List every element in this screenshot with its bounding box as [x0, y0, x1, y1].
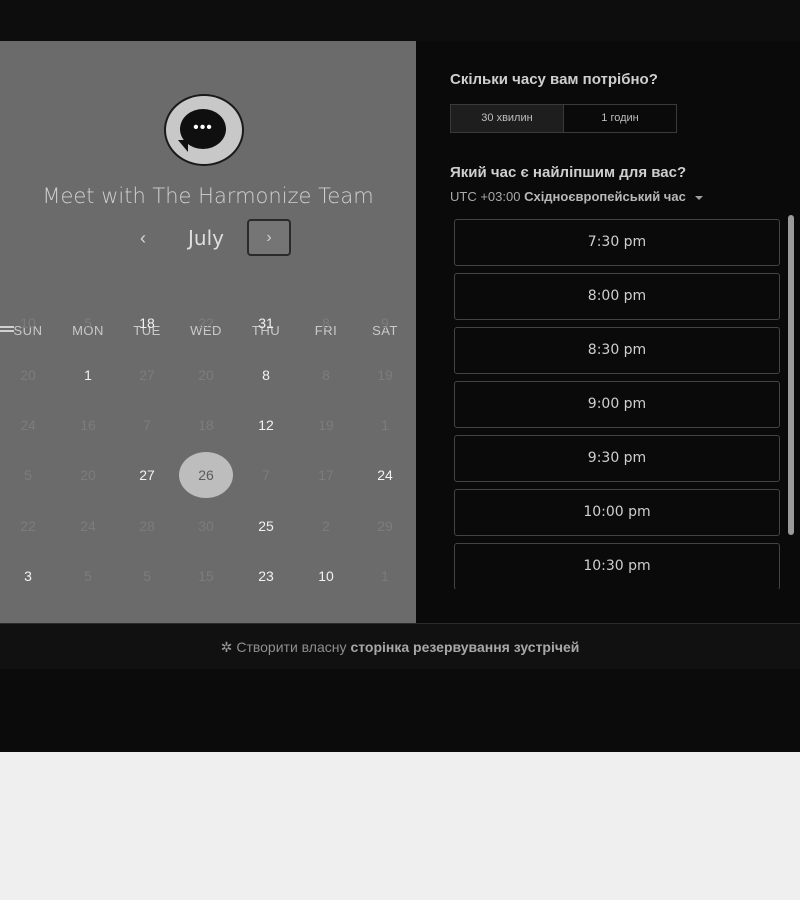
time-slot-button[interactable]: 10:00 pm	[454, 489, 780, 536]
calendar-day[interactable]: 1	[64, 355, 112, 395]
calendar-day-selected[interactable]: 26	[179, 452, 233, 498]
time-slot-button[interactable]: 7:30 pm	[454, 219, 780, 266]
time-slot-button[interactable]: 8:30 pm	[454, 327, 780, 374]
calendar-day: 27	[139, 367, 155, 383]
calendar-day: 1	[381, 417, 389, 433]
duration-question: Скільки часу вам потрібно?	[450, 71, 658, 88]
calendar-day: 10	[20, 315, 36, 331]
calendar-day: 20	[80, 467, 96, 483]
calendar-day: 7	[143, 417, 151, 433]
calendar-day: 22	[198, 315, 214, 331]
calendar-day[interactable]: 3	[4, 556, 52, 596]
hubspot-sprocket-icon: ✲	[220, 638, 233, 655]
time-slot-button[interactable]: 8:00 pm	[454, 273, 780, 320]
time-slot-button[interactable]: 10:30 pm	[454, 543, 780, 589]
calendar-day: 7	[262, 467, 270, 483]
duration-1-hour-button[interactable]: 1 годин	[563, 105, 676, 132]
calendar-day: 24	[80, 518, 96, 534]
bottom-overlay	[0, 669, 800, 752]
duration-selector: 30 хвилин 1 годин	[450, 104, 677, 133]
calendar-day: 1	[381, 568, 389, 584]
calendar-day: 19	[318, 417, 334, 433]
calendar-day: 18	[198, 417, 214, 433]
calendar-day: 20	[198, 367, 214, 383]
timezone-name: Східноєвропейський час	[524, 189, 686, 204]
calendar-day[interactable]: 8	[242, 355, 290, 395]
calendar-day: 17	[318, 467, 334, 483]
top-bar	[0, 0, 800, 41]
calendar-day: 2	[322, 518, 330, 534]
calendar-day: 16	[80, 417, 96, 433]
time-slot-button[interactable]: 9:30 pm	[454, 435, 780, 482]
calendar-day: 5	[24, 467, 32, 483]
calendar-day[interactable]: 10	[302, 556, 350, 596]
calendar-day: 15	[198, 568, 214, 584]
time-question: Який час є найліпшим для вас?	[450, 164, 687, 181]
footer-bar[interactable]: ✲ Створити власну сторінка резервування …	[0, 623, 800, 671]
calendar-panel: ••• Meet with The Harmonize Team ‹ July …	[0, 41, 416, 623]
footer-text: Створити власну	[236, 639, 347, 655]
calendar-day: 9	[381, 315, 389, 331]
calendar-day: 5	[84, 568, 92, 584]
calendar-day[interactable]: 31	[242, 303, 290, 343]
calendar-day: 8	[322, 315, 330, 331]
logo-bubble-tail	[178, 140, 188, 152]
calendar-day[interactable]: 23	[242, 556, 290, 596]
calendar-day: 29	[377, 518, 393, 534]
booking-panel: Скільки часу вам потрібно? 30 хвилин 1 г…	[416, 41, 800, 623]
calendar-day: 5	[143, 568, 151, 584]
time-slot-button[interactable]: 9:00 pm	[454, 381, 780, 428]
calendar-day: 19	[377, 367, 393, 383]
calendar-day: 22	[20, 518, 36, 534]
month-label: July	[188, 226, 224, 250]
calendar-day: 8	[322, 367, 330, 383]
timezone-offset: UTC +03:00	[450, 189, 521, 204]
calendar-day[interactable]: 24	[361, 455, 409, 495]
next-month-button[interactable]: ›	[247, 219, 291, 256]
month-navigation: ‹ July ›	[0, 218, 416, 258]
duration-30-min-button[interactable]: 30 хвилин	[451, 105, 563, 132]
chevron-down-icon	[695, 195, 704, 200]
calendar-day[interactable]: 27	[123, 455, 171, 495]
slots-scrollbar[interactable]	[788, 215, 794, 535]
calendar-day: 20	[20, 367, 36, 383]
calendar-day[interactable]: 18	[123, 303, 171, 343]
time-slot-list: 7:30 pm 8:00 pm 8:30 pm 9:00 pm 9:30 pm 10:00…	[454, 219, 780, 589]
calendar-day: 24	[20, 417, 36, 433]
calendar-day: 28	[139, 518, 155, 534]
calendar-day[interactable]: 12	[242, 405, 290, 445]
prev-month-button[interactable]: ‹	[132, 224, 154, 252]
footer-link[interactable]: сторінка резервування зустрічей	[350, 639, 579, 655]
calendar-day: 30	[198, 518, 214, 534]
calendar-day: 5	[84, 315, 92, 331]
chat-bubble-icon: •••	[164, 94, 244, 166]
calendar-day[interactable]: 25	[242, 506, 290, 546]
page-title: Meet with The Harmonize Team	[42, 184, 374, 208]
timezone-selector[interactable]: UTC +03:00 Східноєвропейський час	[450, 189, 704, 204]
